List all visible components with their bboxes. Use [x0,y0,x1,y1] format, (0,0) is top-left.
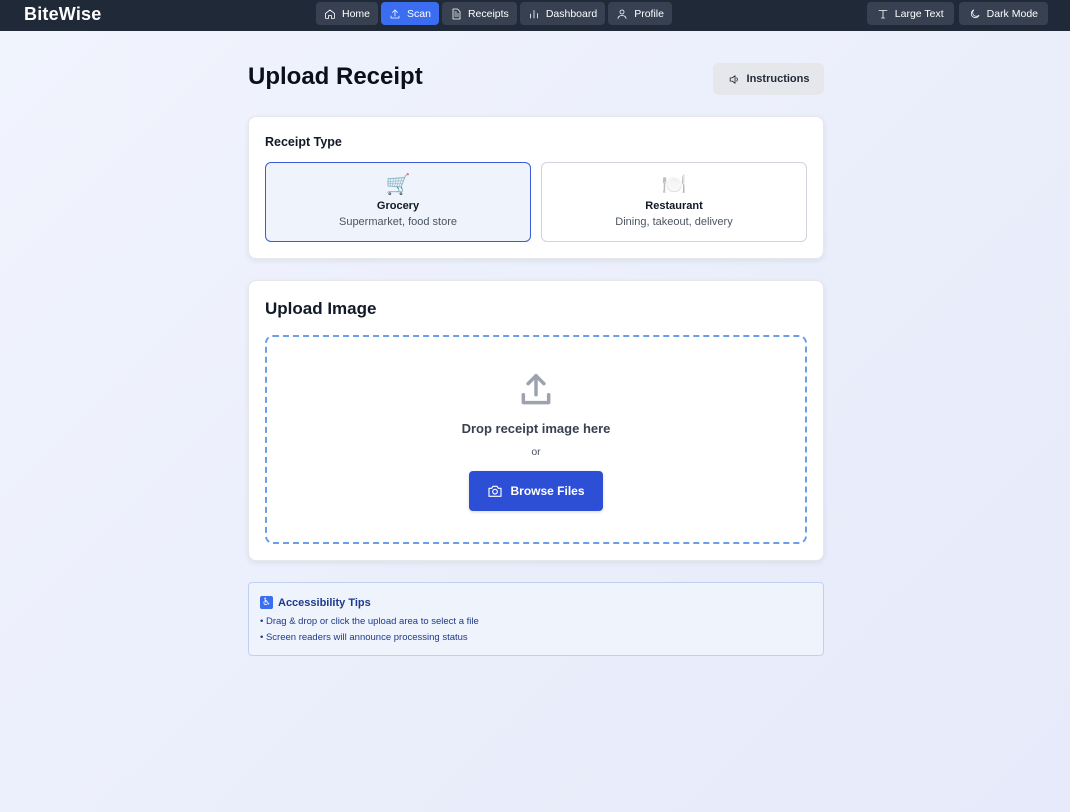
bar-chart-icon [529,9,538,18]
nav-profile[interactable]: Profile [608,2,672,25]
page-title: Upload Receipt [248,63,423,90]
browse-label: Browse Files [510,484,585,498]
nav-label: Home [342,7,371,20]
toggle-label: Dark Mode [986,7,1038,20]
tips-header: ♿ Accessibility Tips [260,596,371,609]
upload-icon [390,9,400,18]
or-separator: or [531,446,541,458]
instructions-label: Instructions [746,73,810,85]
brand-logo[interactable]: BiteWise [24,4,101,25]
dark-mode-toggle[interactable]: Dark Mode [958,2,1048,25]
toggle-label: Large Text [894,7,944,20]
upload-icon [517,371,555,409]
receipt-type-label: Receipt Type [265,135,342,149]
camera-icon [488,485,503,497]
option-description: Supermarket, food store [338,216,457,228]
document-icon [452,8,461,19]
upload-card: Upload Image Drop receipt image here or … [248,280,824,561]
upload-dropzone[interactable]: Drop receipt image here or Browse Files [265,335,807,544]
plate-icon: 🍽️ [661,174,687,196]
nav-scan[interactable]: Scan [381,2,439,25]
option-name: Restaurant [645,200,703,212]
nav-label: Dashboard [545,7,598,20]
moon-icon [970,9,980,18]
cart-icon: 🛒 [385,174,411,196]
tip-item: • Drag & drop or click the upload area t… [260,616,479,627]
main-nav: Home Scan Receipts Dashboard Profile [316,2,672,25]
home-icon [325,9,335,19]
nav-home[interactable]: Home [316,2,379,25]
tips-title: Accessibility Tips [278,596,371,609]
drop-instructions: Drop receipt image here [461,421,611,436]
top-nav: BiteWise Home Scan Receipts Dashboard Pr… [0,0,1070,31]
option-description: Dining, takeout, delivery [615,216,733,228]
accessibility-tips: ♿ Accessibility Tips • Drag & drop or cl… [248,582,824,656]
nav-receipts[interactable]: Receipts [441,2,517,25]
instructions-button[interactable]: Instructions [713,63,824,95]
receipt-type-restaurant[interactable]: 🍽️ Restaurant Dining, takeout, delivery [541,162,807,242]
nav-label: Scan [407,7,431,20]
accessibility-icon: ♿ [260,596,273,609]
display-options: Large Text Dark Mode [866,2,1048,25]
nav-label: Receipts [467,7,509,20]
text-size-icon [878,9,888,18]
large-text-toggle[interactable]: Large Text [866,2,954,25]
browse-files-button[interactable]: Browse Files [469,471,603,511]
speaker-icon [729,74,738,84]
user-icon [617,9,627,19]
nav-label: Profile [634,7,664,20]
tip-item: • Screen readers will announce processin… [260,632,468,643]
option-name: Grocery [376,200,420,212]
receipt-type-card: Receipt Type 🛒 Grocery Supermarket, food… [248,116,824,259]
nav-dashboard[interactable]: Dashboard [519,2,606,25]
receipt-type-grocery[interactable]: 🛒 Grocery Supermarket, food store [265,162,531,242]
upload-heading: Upload Image [265,299,377,318]
